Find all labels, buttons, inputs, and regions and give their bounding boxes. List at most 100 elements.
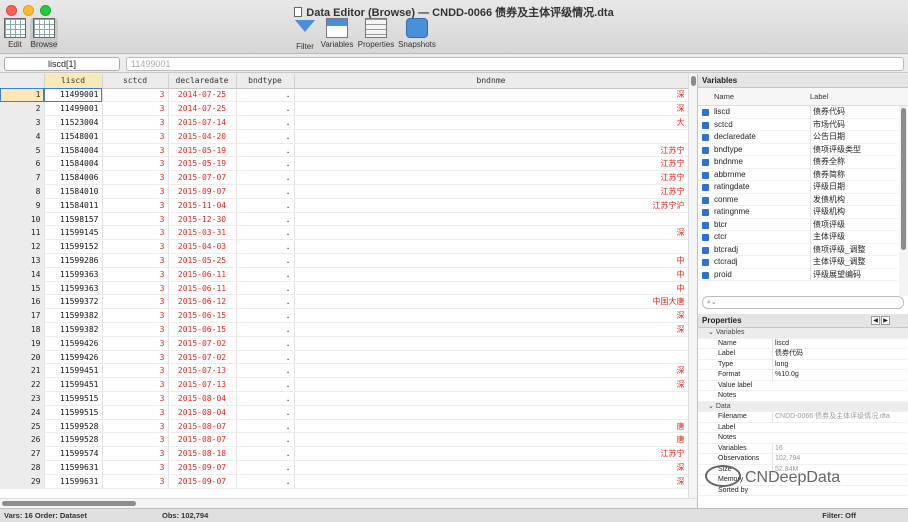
checkbox-checked-icon[interactable] bbox=[702, 134, 709, 141]
property-row[interactable]: Label bbox=[698, 423, 908, 433]
checkbox-checked-icon[interactable] bbox=[702, 196, 709, 204]
row-number[interactable]: 10 bbox=[0, 212, 45, 227]
cell-sctcd[interactable]: 3 bbox=[102, 405, 169, 420]
row-number[interactable]: 4 bbox=[0, 129, 45, 144]
cell-liscd[interactable]: 11584004 bbox=[44, 156, 103, 172]
cell-bndtype[interactable]: . bbox=[236, 184, 295, 199]
cell-declaredate[interactable]: 2015-04-03 bbox=[168, 239, 237, 255]
cell-declaredate[interactable]: 2015-08-04 bbox=[168, 391, 237, 406]
row-number[interactable]: 5 bbox=[0, 143, 45, 158]
checkbox-checked-icon[interactable] bbox=[702, 221, 709, 229]
snapshots-button[interactable]: Snapshots bbox=[397, 18, 437, 49]
cell-liscd[interactable]: 11599451 bbox=[44, 363, 103, 379]
cell-liscd[interactable]: 11599528 bbox=[44, 432, 103, 448]
cell-liscd[interactable]: 11584004 bbox=[44, 143, 103, 158]
cell-bndnme[interactable]: 江苏宁 bbox=[294, 446, 689, 462]
row-number[interactable]: 17 bbox=[0, 308, 45, 324]
row-number[interactable]: 12 bbox=[0, 239, 45, 255]
cell-sctcd[interactable]: 3 bbox=[102, 281, 169, 296]
cell-sctcd[interactable]: 3 bbox=[102, 336, 169, 351]
cell-bndtype[interactable]: . bbox=[236, 432, 295, 448]
cell-sctcd[interactable]: 3 bbox=[102, 308, 169, 324]
cell-sctcd[interactable]: 3 bbox=[102, 239, 169, 255]
properties-button[interactable]: Properties bbox=[357, 18, 395, 49]
cell-declaredate[interactable]: 2015-08-18 bbox=[168, 446, 237, 462]
cell-declaredate[interactable]: 2015-07-13 bbox=[168, 377, 237, 393]
cell-declaredate[interactable]: 2015-08-07 bbox=[168, 432, 237, 448]
cell-declaredate[interactable]: 2015-11-04 bbox=[168, 198, 237, 213]
cell-bndtype[interactable]: . bbox=[236, 419, 295, 434]
cell-bndnme[interactable]: 中 bbox=[294, 267, 689, 282]
row-number[interactable]: 3 bbox=[0, 115, 45, 130]
cell-liscd[interactable]: 11599372 bbox=[44, 294, 103, 310]
cell-bndtype[interactable]: . bbox=[236, 198, 295, 213]
cell-bndtype[interactable]: . bbox=[236, 460, 295, 475]
cell-liscd[interactable]: 11599515 bbox=[44, 405, 103, 420]
cell-bndnme[interactable]: 深 bbox=[294, 474, 689, 489]
variable-row[interactable]: ratingnme 评级机构 bbox=[698, 206, 898, 219]
checkbox-checked-icon[interactable] bbox=[702, 259, 709, 266]
cell-sctcd[interactable]: 3 bbox=[102, 267, 169, 282]
cell-declaredate[interactable]: 2015-06-15 bbox=[168, 322, 237, 337]
cell-bndnme[interactable]: 江苏宁沪 bbox=[294, 198, 689, 213]
table-row[interactable]: 10 11598157 3 2015-12-30. bbox=[0, 212, 689, 227]
scroll-thumb[interactable] bbox=[691, 76, 696, 86]
cell-bndnme[interactable]: 江苏宁 bbox=[294, 143, 689, 158]
edit-button[interactable]: Edit bbox=[4, 18, 26, 49]
cell-bndtype[interactable]: . bbox=[236, 405, 295, 420]
cell-bndtype[interactable]: . bbox=[236, 281, 295, 296]
cell-sctcd[interactable]: 3 bbox=[102, 391, 169, 406]
cell-sctcd[interactable]: 3 bbox=[102, 350, 169, 365]
data-grid[interactable]: liscd sctcd declaredate bndtype bndnme 1… bbox=[0, 74, 697, 498]
checkbox-checked-icon[interactable] bbox=[702, 171, 709, 179]
cell-liscd[interactable]: 11523004 bbox=[44, 115, 103, 130]
property-row[interactable]: Notes bbox=[698, 433, 908, 444]
cell-bndtype[interactable]: . bbox=[236, 377, 295, 393]
cell-declaredate[interactable]: 2015-03-31 bbox=[168, 225, 237, 241]
table-row[interactable]: 17 11599382 3 2015-06-15. 深 bbox=[0, 308, 689, 324]
cell-bndnme[interactable]: 江苏宁 bbox=[294, 156, 689, 172]
cell-bndnme[interactable] bbox=[294, 336, 689, 351]
table-row[interactable]: 14 11599363 3 2015-06-11. 中 bbox=[0, 267, 689, 282]
checkbox-checked-icon[interactable] bbox=[702, 184, 709, 191]
row-number[interactable]: 8 bbox=[0, 184, 45, 199]
cell-liscd[interactable]: 11499001 bbox=[44, 101, 103, 117]
cell-declaredate[interactable]: 2015-07-14 bbox=[168, 115, 237, 130]
variable-row[interactable]: sctcd 市场代码 bbox=[698, 118, 898, 131]
cell-liscd[interactable]: 11599382 bbox=[44, 308, 103, 324]
cell-bndnme[interactable]: 江苏宁 bbox=[294, 170, 689, 186]
table-row[interactable]: 15 11599363 3 2015-06-11. 中 bbox=[0, 281, 689, 296]
cell-bndtype[interactable]: . bbox=[236, 363, 295, 379]
cell-sctcd[interactable]: 3 bbox=[102, 101, 169, 117]
cell-declaredate[interactable]: 2015-07-07 bbox=[168, 170, 237, 186]
cell-bndtype[interactable]: . bbox=[236, 322, 295, 337]
cell-bndnme[interactable] bbox=[294, 129, 689, 144]
table-row[interactable]: 27 11599574 3 2015-08-18. 江苏宁 bbox=[0, 446, 689, 462]
variables-button[interactable]: Variables bbox=[319, 18, 355, 49]
cell-bndnme[interactable]: 深 bbox=[294, 101, 689, 117]
variable-row[interactable]: declaredate 公告日期 bbox=[698, 131, 898, 144]
cell-bndnme[interactable]: 大 bbox=[294, 115, 689, 130]
table-row[interactable]: 6 11584004 3 2015-05-19. 江苏宁 bbox=[0, 156, 689, 172]
cell-declaredate[interactable]: 2015-09-07 bbox=[168, 184, 237, 199]
property-row[interactable]: Sorted by bbox=[698, 486, 908, 496]
row-number[interactable]: 24 bbox=[0, 405, 45, 420]
cell-liscd[interactable]: 11584011 bbox=[44, 198, 103, 213]
cell-sctcd[interactable]: 3 bbox=[102, 115, 169, 130]
cell-sctcd[interactable]: 3 bbox=[102, 377, 169, 393]
table-row[interactable]: 25 11599528 3 2015-08-07. 唐 bbox=[0, 419, 689, 434]
cell-liscd[interactable]: 11599574 bbox=[44, 446, 103, 462]
property-row[interactable]: Observations 102,794 bbox=[698, 454, 908, 465]
cell-liscd[interactable]: 11599631 bbox=[44, 460, 103, 475]
table-row[interactable]: 29 11599631 3 2015-09-07. 深 bbox=[0, 474, 689, 489]
variables-scrollbar[interactable] bbox=[899, 106, 908, 296]
cell-liscd[interactable]: 11584006 bbox=[44, 170, 103, 186]
row-number[interactable]: 28 bbox=[0, 460, 45, 475]
column-header[interactable]: liscd bbox=[44, 74, 103, 89]
row-number[interactable]: 14 bbox=[0, 267, 45, 282]
cell-declaredate[interactable]: 2015-07-13 bbox=[168, 363, 237, 379]
variable-row[interactable]: conme 发债机构 bbox=[698, 193, 898, 206]
row-number[interactable]: 22 bbox=[0, 377, 45, 393]
table-row[interactable]: 13 11599286 3 2015-05-25. 中 bbox=[0, 253, 689, 268]
property-row[interactable]: Type long bbox=[698, 359, 908, 370]
